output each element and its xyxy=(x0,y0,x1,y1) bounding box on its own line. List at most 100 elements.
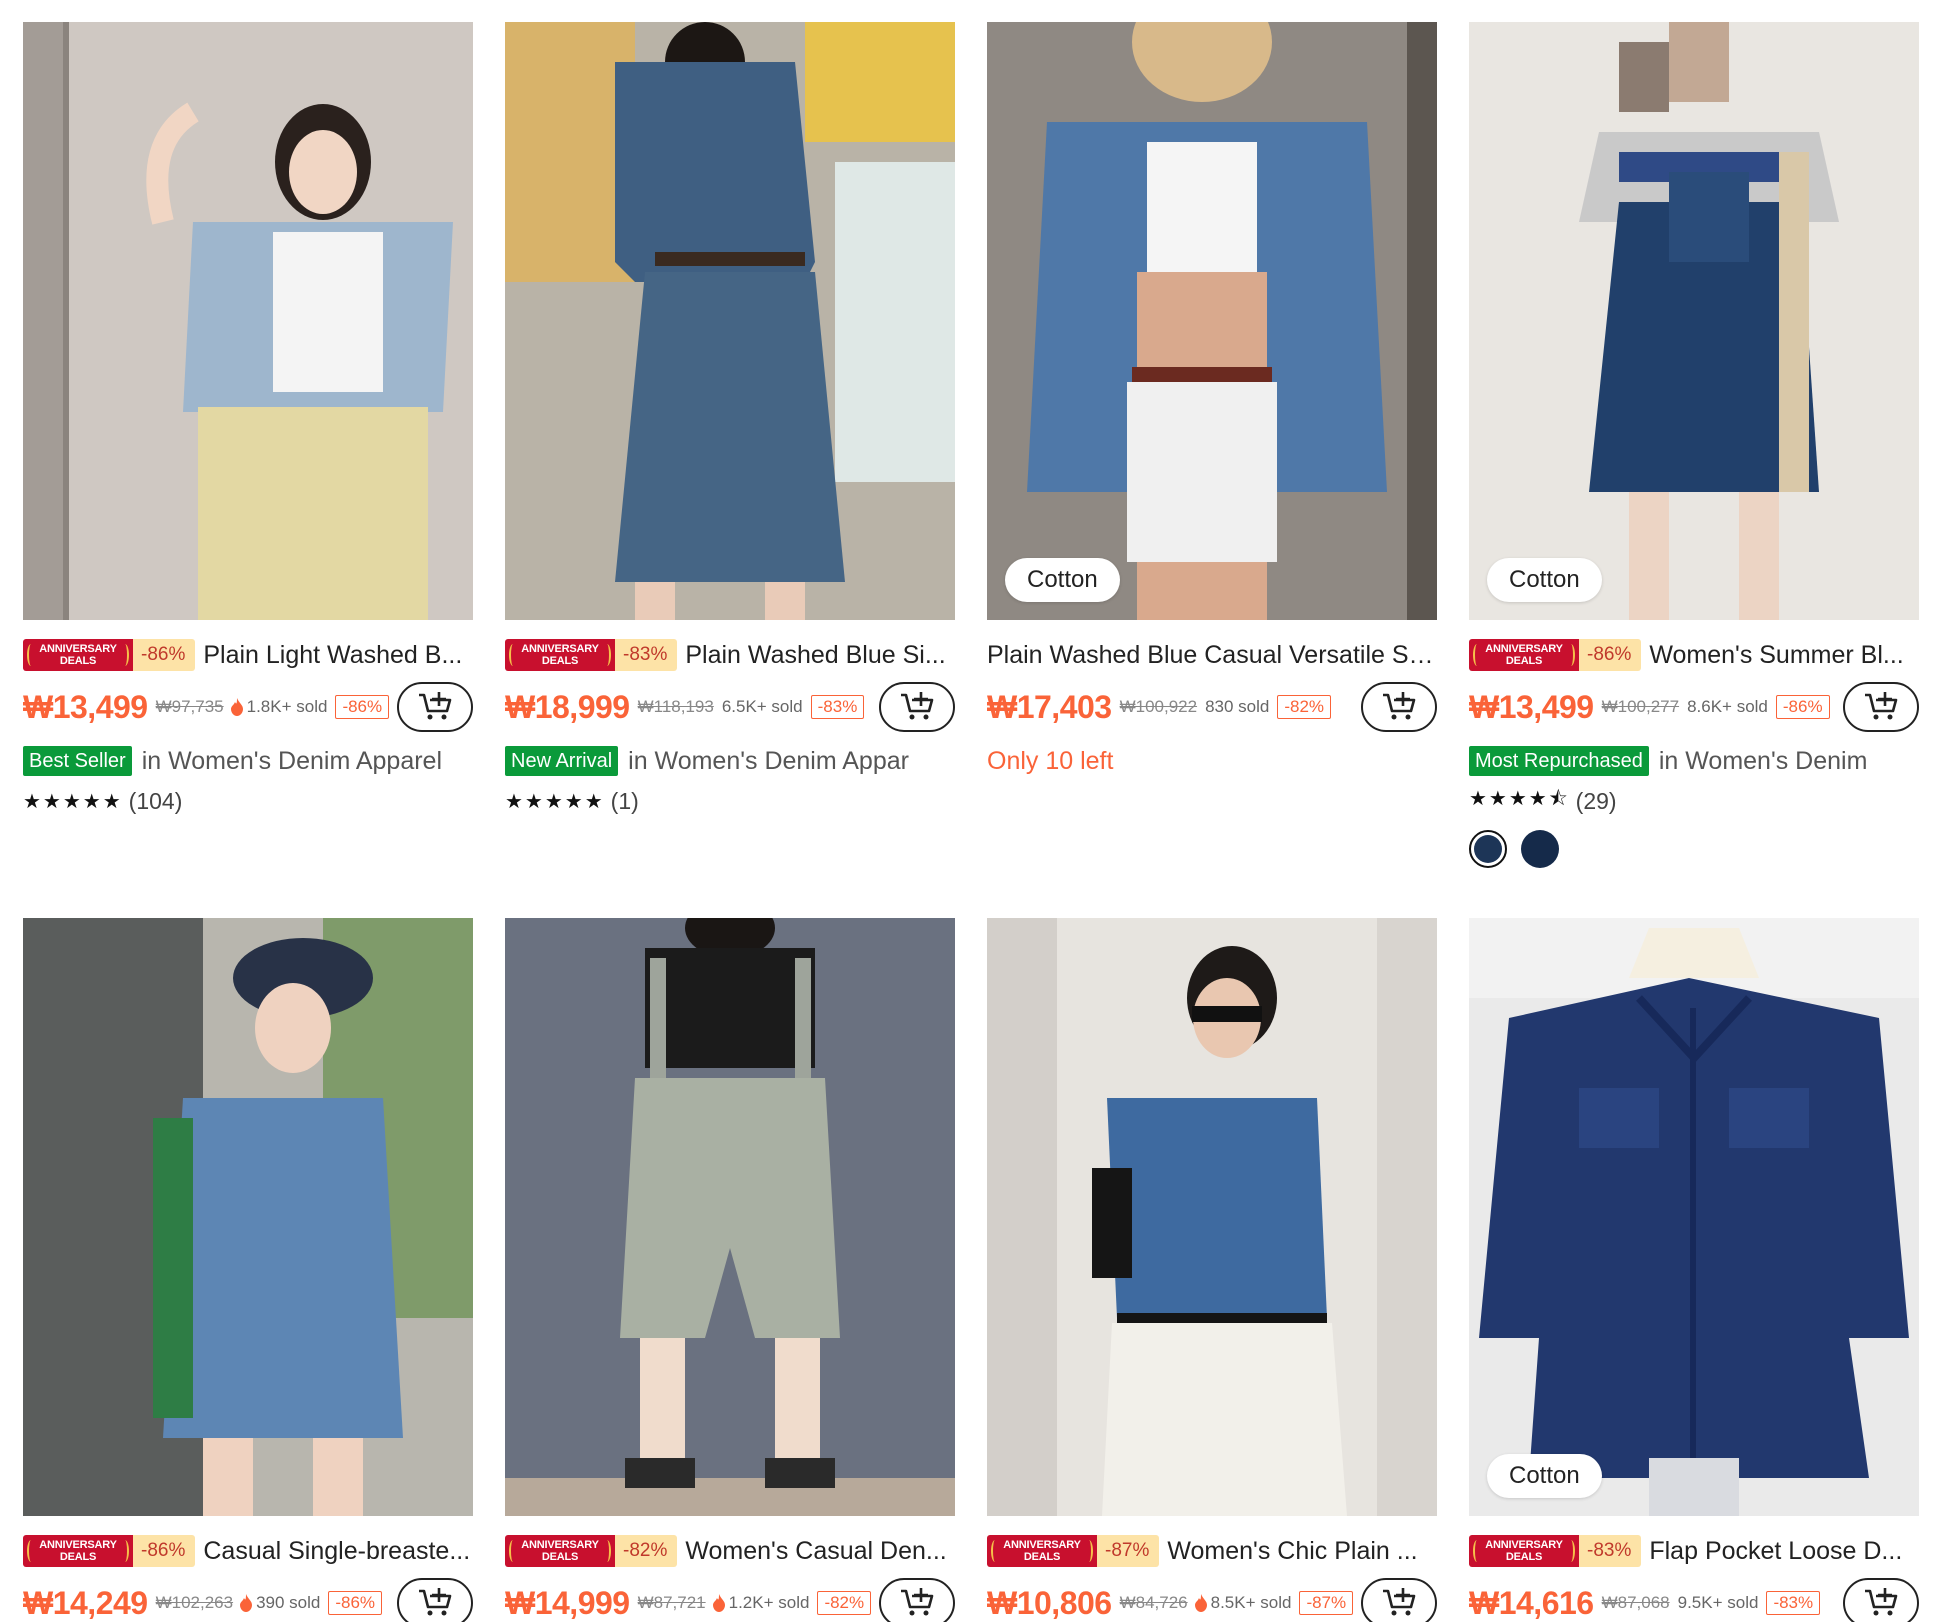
product-card[interactable]: ANNIVERSARY DEALS -86% Casual Single-brea… xyxy=(23,918,473,1622)
product-card[interactable]: ANNIVERSARY DEALS -83% Plain Washed Blue … xyxy=(505,22,955,816)
discount-box: -86% xyxy=(335,695,390,719)
rank-category[interactable]: in Women's Denim Appar xyxy=(628,747,909,776)
anniversary-deals-badge: ANNIVERSARY DEALS -82% xyxy=(505,1535,678,1567)
anniversary-deals-badge: ANNIVERSARY DEALS -86% xyxy=(1469,639,1642,671)
product-title-row[interactable]: ANNIVERSARY DEALS -87% Women's Chic Plain… xyxy=(987,1534,1437,1568)
ranking-row[interactable]: Most Repurchased in Women's Denim xyxy=(1469,744,1919,778)
product-image[interactable] xyxy=(505,918,955,1516)
product-card[interactable]: Cotton ANNIVERSARY DEALS -83% Flap Pocket… xyxy=(1469,918,1919,1622)
product-image[interactable]: Cotton xyxy=(1469,22,1919,620)
discount-box: -83% xyxy=(1766,1591,1821,1615)
price-row: ₩14,249 ₩102,263 390 sold -86% xyxy=(23,1578,473,1622)
flame-icon xyxy=(230,698,243,716)
original-price: ₩118,193 xyxy=(637,697,714,716)
product-title-row[interactable]: ANNIVERSARY DEALS -86% Women's Summer Bl.… xyxy=(1469,638,1919,672)
sold-count: 8.5K+ sold xyxy=(1210,1593,1292,1612)
anniversary-deals-badge: ANNIVERSARY DEALS -86% xyxy=(23,639,196,671)
deal-percent: -83% xyxy=(1579,1535,1642,1567)
price-row: ₩10,806 ₩84,726 8.5K+ sold -87% xyxy=(987,1578,1437,1622)
sold-count: 6.5K+ sold xyxy=(721,697,803,716)
sale-price: ₩10,806 xyxy=(987,1584,1112,1621)
add-to-cart-button[interactable] xyxy=(879,1578,955,1622)
discount-box: -83% xyxy=(810,695,865,719)
product-title[interactable]: Women's Summer Bl... xyxy=(1649,641,1903,670)
rank-category[interactable]: in Women's Denim Apparel xyxy=(142,747,442,776)
cart-plus-icon xyxy=(901,692,934,720)
product-card[interactable]: ANNIVERSARY DEALS -86% Plain Light Washed… xyxy=(23,22,473,816)
anniversary-deals-badge: ANNIVERSARY DEALS -83% xyxy=(1469,1535,1642,1567)
add-to-cart-button[interactable] xyxy=(1361,1578,1437,1622)
sale-price: ₩14,999 xyxy=(505,1584,630,1621)
rank-badge: New Arrival xyxy=(505,746,619,776)
price-row: ₩13,499 ₩97,735 1.8K+ sold -86% xyxy=(23,682,473,732)
ranking-row[interactable]: Best Seller in Women's Denim Apparel xyxy=(23,744,473,778)
sold-count: 1.8K+ sold xyxy=(246,697,328,716)
deal-percent: -87% xyxy=(1097,1535,1160,1567)
product-title[interactable]: Women's Chic Plain ... xyxy=(1167,1537,1417,1566)
original-price: ₩97,735 xyxy=(155,697,224,716)
product-title-row[interactable]: ANNIVERSARY DEALS -83% Flap Pocket Loose … xyxy=(1469,1534,1919,1568)
discount-box: -86% xyxy=(1775,695,1830,719)
color-swatch[interactable] xyxy=(1469,830,1507,868)
color-swatches xyxy=(1469,830,1919,868)
sale-price: ₩14,249 xyxy=(23,1584,148,1621)
sold-count: 9.5K+ sold xyxy=(1677,1593,1759,1612)
add-to-cart-button[interactable] xyxy=(1361,682,1437,732)
product-image[interactable] xyxy=(987,918,1437,1516)
material-tag: Cotton xyxy=(1487,1454,1602,1498)
product-image[interactable]: Cotton xyxy=(1469,918,1919,1516)
product-grid: ANNIVERSARY DEALS -86% Plain Light Washed… xyxy=(23,22,1923,1622)
add-to-cart-button[interactable] xyxy=(1843,682,1919,732)
price-row: ₩13,499 ₩100,277 8.6K+ sold -86% xyxy=(1469,682,1919,732)
product-title-row[interactable]: ANNIVERSARY DEALS -86% Plain Light Washed… xyxy=(23,638,473,672)
add-to-cart-button[interactable] xyxy=(879,682,955,732)
ranking-row[interactable]: New Arrival in Women's Denim Appar xyxy=(505,744,955,778)
add-to-cart-button[interactable] xyxy=(397,682,473,732)
product-title-row[interactable]: ANNIVERSARY DEALS -86% Casual Single-brea… xyxy=(23,1534,473,1568)
product-image[interactable] xyxy=(505,22,955,620)
product-card[interactable]: Cotton Plain Washed Blue Casual Versatil… xyxy=(987,22,1437,778)
product-image[interactable]: Cotton xyxy=(987,22,1437,620)
stock-row: Only 10 left xyxy=(987,744,1437,778)
product-title[interactable]: Plain Washed Blue Casual Versatile Sli..… xyxy=(987,641,1437,670)
deal-percent: -83% xyxy=(615,639,678,671)
product-title-row[interactable]: ANNIVERSARY DEALS -83% Plain Washed Blue … xyxy=(505,638,955,672)
product-image[interactable] xyxy=(23,918,473,1516)
rating-row: ★★★★⯪ (29) xyxy=(1469,786,1919,816)
discount-box: -87% xyxy=(1299,1591,1354,1615)
product-title-row[interactable]: ANNIVERSARY DEALS -82% Women's Casual Den… xyxy=(505,1534,955,1568)
original-price: ₩87,721 xyxy=(637,1593,706,1612)
product-title[interactable]: Plain Light Washed B... xyxy=(203,641,462,670)
product-card[interactable]: Cotton ANNIVERSARY DEALS -86% Women's Sum… xyxy=(1469,22,1919,868)
product-title[interactable]: Casual Single-breaste... xyxy=(203,1537,470,1566)
flame-icon xyxy=(1194,1594,1207,1612)
add-to-cart-button[interactable] xyxy=(397,1578,473,1622)
rank-category[interactable]: in Women's Denim xyxy=(1659,747,1868,776)
price-row: ₩14,999 ₩87,721 1.2K+ sold -82% xyxy=(505,1578,955,1622)
deal-percent: -86% xyxy=(1579,639,1642,671)
sale-price: ₩17,403 xyxy=(987,688,1112,725)
price-row: ₩14,616 ₩87,068 9.5K+ sold -83% xyxy=(1469,1578,1919,1622)
sold-count: 830 sold xyxy=(1205,697,1270,716)
rating-row: ★★★★★ (1) xyxy=(505,786,955,816)
product-card[interactable]: ANNIVERSARY DEALS -82% Women's Casual Den… xyxy=(505,918,955,1622)
low-stock-notice: Only 10 left xyxy=(987,746,1114,775)
original-price: ₩87,068 xyxy=(1601,1593,1670,1612)
star-rating: ★★★★⯪ xyxy=(1469,788,1570,810)
product-title-row[interactable]: Plain Washed Blue Casual Versatile Sli..… xyxy=(987,638,1437,672)
product-title[interactable]: Women's Casual Den... xyxy=(685,1537,946,1566)
product-card[interactable]: ANNIVERSARY DEALS -87% Women's Chic Plain… xyxy=(987,918,1437,1622)
product-image[interactable] xyxy=(23,22,473,620)
cart-plus-icon xyxy=(1865,692,1898,720)
material-tag: Cotton xyxy=(1005,558,1120,602)
cart-plus-icon xyxy=(1383,692,1416,720)
original-price: ₩84,726 xyxy=(1119,1593,1188,1612)
price-row: ₩18,999 ₩118,193 6.5K+ sold -83% xyxy=(505,682,955,732)
product-title[interactable]: Flap Pocket Loose D... xyxy=(1649,1537,1902,1566)
product-title[interactable]: Plain Washed Blue Si... xyxy=(685,641,945,670)
review-count: (1) xyxy=(610,787,639,814)
color-swatch[interactable] xyxy=(1521,830,1559,868)
add-to-cart-button[interactable] xyxy=(1843,1578,1919,1622)
sold-count: 390 sold xyxy=(256,1593,321,1612)
anniversary-deals-badge: ANNIVERSARY DEALS -83% xyxy=(505,639,678,671)
